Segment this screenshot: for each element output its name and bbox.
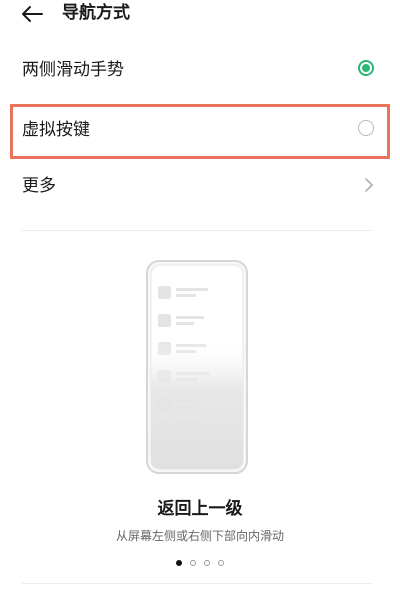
gesture-description: 从屏幕左侧或右侧下部向内滑动 — [115, 529, 284, 543]
gesture-title: 返回上一级 — [157, 499, 243, 519]
chevron-right-icon — [364, 177, 374, 193]
page-dot[interactable] — [176, 560, 182, 566]
option-label: 更多 — [22, 176, 56, 196]
option-label: 两侧滑动手势 — [22, 60, 124, 80]
radio-unselected-icon[interactable] — [358, 120, 374, 136]
option-virtual-keys[interactable]: 虚拟按键 — [0, 101, 400, 159]
page-dot[interactable] — [204, 560, 210, 566]
divider — [22, 583, 372, 584]
page-dot[interactable] — [190, 560, 196, 566]
header: 导航方式 — [0, 0, 400, 30]
phone-illustration — [146, 260, 248, 474]
option-swipe-gestures[interactable]: 两侧滑动手势 — [0, 41, 400, 99]
back-arrow-icon[interactable] — [20, 3, 44, 25]
page-indicator — [0, 560, 400, 570]
divider — [22, 230, 372, 231]
option-label: 虚拟按键 — [22, 120, 90, 140]
page-dot[interactable] — [218, 560, 224, 566]
radio-selected-icon[interactable] — [358, 60, 374, 76]
page-title: 导航方式 — [62, 3, 130, 23]
option-more[interactable]: 更多 — [0, 157, 400, 215]
